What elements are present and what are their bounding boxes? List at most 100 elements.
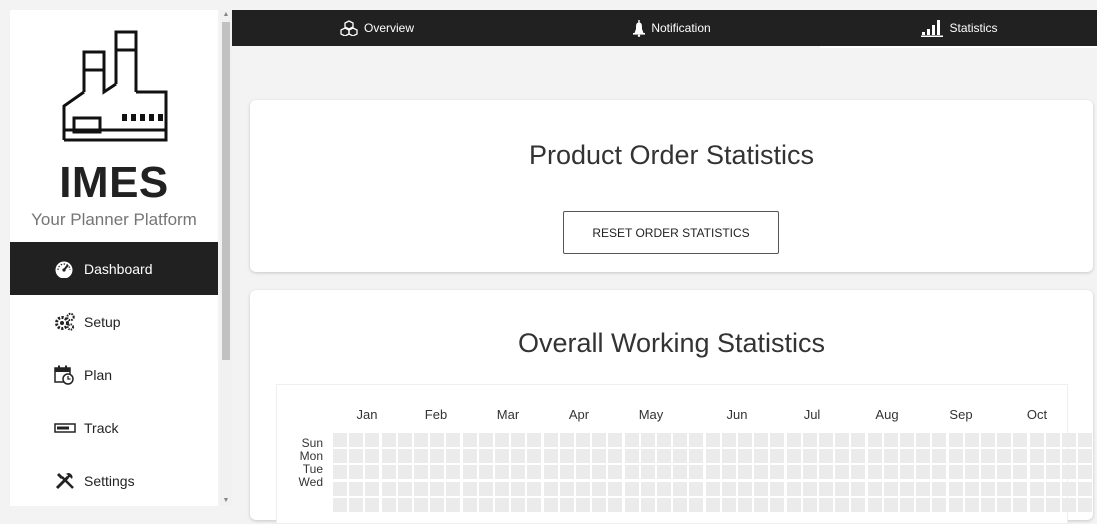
heatmap-cell[interactable] (640, 497, 655, 512)
heatmap-cell[interactable] (673, 481, 688, 496)
heatmap-cell[interactable] (446, 433, 461, 447)
heatmap-cell[interactable] (511, 497, 526, 512)
heatmap-cell[interactable] (1078, 449, 1093, 464)
sidebar-item-settings[interactable]: Settings (10, 454, 218, 507)
heatmap-cell[interactable] (462, 449, 477, 464)
heatmap-cell[interactable] (900, 433, 914, 447)
heatmap-cell[interactable] (1045, 465, 1060, 480)
heatmap-cell[interactable] (527, 497, 542, 512)
heatmap-cell[interactable] (738, 497, 752, 512)
heatmap-cell[interactable] (1013, 481, 1028, 496)
heatmap-cell[interactable] (478, 481, 493, 496)
heatmap-cell[interactable] (689, 481, 704, 496)
heatmap-cell[interactable] (883, 465, 898, 480)
heatmap-cell[interactable] (640, 433, 655, 447)
heatmap-cell[interactable] (802, 449, 817, 464)
heatmap-cell[interactable] (1062, 433, 1076, 447)
heatmap-cell[interactable] (592, 481, 607, 496)
reset-order-statistics-button[interactable]: RESET ORDER STATISTICS (563, 211, 779, 254)
heatmap-cell[interactable] (446, 497, 461, 512)
heatmap-cell[interactable] (770, 481, 785, 496)
heatmap-cell[interactable] (786, 433, 801, 447)
heatmap-cell[interactable] (430, 497, 445, 512)
heatmap-cell[interactable] (835, 481, 850, 496)
heatmap-cell[interactable] (689, 465, 704, 480)
heatmap-cell[interactable] (964, 449, 979, 464)
heatmap-cell[interactable] (624, 433, 639, 447)
heatmap-cell[interactable] (851, 465, 866, 480)
scroll-up-arrow-icon[interactable]: ▲ (220, 10, 232, 20)
heatmap-cell[interactable] (511, 481, 526, 496)
heatmap-cell[interactable] (430, 449, 445, 464)
heatmap-cell[interactable] (381, 433, 396, 447)
heatmap-cell[interactable] (624, 449, 639, 464)
heatmap-cell[interactable] (754, 449, 769, 464)
heatmap-cell[interactable] (576, 433, 590, 447)
heatmap-cell[interactable] (640, 465, 655, 480)
heatmap-cell[interactable] (365, 481, 380, 496)
heatmap-cell[interactable] (1029, 449, 1044, 464)
heatmap-cell[interactable] (705, 497, 720, 512)
heatmap-cell[interactable] (673, 497, 688, 512)
heatmap-cell[interactable] (754, 481, 769, 496)
heatmap-cell[interactable] (786, 481, 801, 496)
heatmap-cell[interactable] (1013, 433, 1028, 447)
heatmap-cell[interactable] (867, 481, 882, 496)
heatmap-cell[interactable] (559, 449, 574, 464)
heatmap-cell[interactable] (349, 481, 364, 496)
heatmap-cell[interactable] (1029, 481, 1044, 496)
heatmap-cell[interactable] (786, 465, 801, 480)
heatmap-cell[interactable] (527, 481, 542, 496)
heatmap-cell[interactable] (1062, 449, 1076, 464)
heatmap-cell[interactable] (835, 497, 850, 512)
heatmap-cell[interactable] (543, 497, 558, 512)
heatmap-cell[interactable] (867, 449, 882, 464)
heatmap-cell[interactable] (333, 465, 347, 480)
heatmap-cell[interactable] (414, 433, 428, 447)
heatmap-cell[interactable] (997, 433, 1012, 447)
heatmap-cell[interactable] (478, 449, 493, 464)
heatmap-cell[interactable] (592, 465, 607, 480)
heatmap-cell[interactable] (754, 465, 769, 480)
heatmap-cell[interactable] (608, 465, 623, 480)
heatmap-cell[interactable] (1062, 465, 1076, 480)
heatmap-cell[interactable] (1045, 433, 1060, 447)
heatmap-cell[interactable] (770, 497, 785, 512)
heatmap-cell[interactable] (365, 497, 380, 512)
heatmap-cell[interactable] (640, 481, 655, 496)
heatmap-cell[interactable] (397, 465, 412, 480)
heatmap-cell[interactable] (900, 449, 914, 464)
heatmap-cell[interactable] (997, 449, 1012, 464)
heatmap-cell[interactable] (657, 449, 671, 464)
heatmap-cell[interactable] (948, 449, 963, 464)
heatmap-cell[interactable] (657, 497, 671, 512)
heatmap-cell[interactable] (495, 497, 509, 512)
heatmap-cell[interactable] (608, 433, 623, 447)
sidebar-item-setup[interactable]: Setup (10, 295, 218, 348)
heatmap-cell[interactable] (738, 433, 752, 447)
heatmap-cell[interactable] (964, 465, 979, 480)
heatmap-cell[interactable] (640, 449, 655, 464)
heatmap-cell[interactable] (721, 433, 736, 447)
heatmap-cell[interactable] (1078, 481, 1093, 496)
heatmap-cell[interactable] (705, 481, 720, 496)
heatmap-cell[interactable] (495, 449, 509, 464)
heatmap-cell[interactable] (527, 433, 542, 447)
heatmap-cell[interactable] (608, 449, 623, 464)
heatmap-cell[interactable] (754, 433, 769, 447)
heatmap-cell[interactable] (430, 433, 445, 447)
heatmap-cell[interactable] (689, 497, 704, 512)
heatmap-cell[interactable] (1078, 433, 1093, 447)
heatmap-cell[interactable] (802, 497, 817, 512)
heatmap-cell[interactable] (721, 497, 736, 512)
heatmap-cell[interactable] (932, 497, 947, 512)
heatmap-cell[interactable] (478, 433, 493, 447)
heatmap-cell[interactable] (689, 449, 704, 464)
heatmap-cell[interactable] (997, 497, 1012, 512)
heatmap-cell[interactable] (721, 465, 736, 480)
heatmap-cell[interactable] (495, 481, 509, 496)
heatmap-cell[interactable] (365, 465, 380, 480)
scrollbar-thumb[interactable] (222, 22, 230, 360)
heatmap-cell[interactable] (835, 465, 850, 480)
heatmap-cell[interactable] (981, 497, 995, 512)
